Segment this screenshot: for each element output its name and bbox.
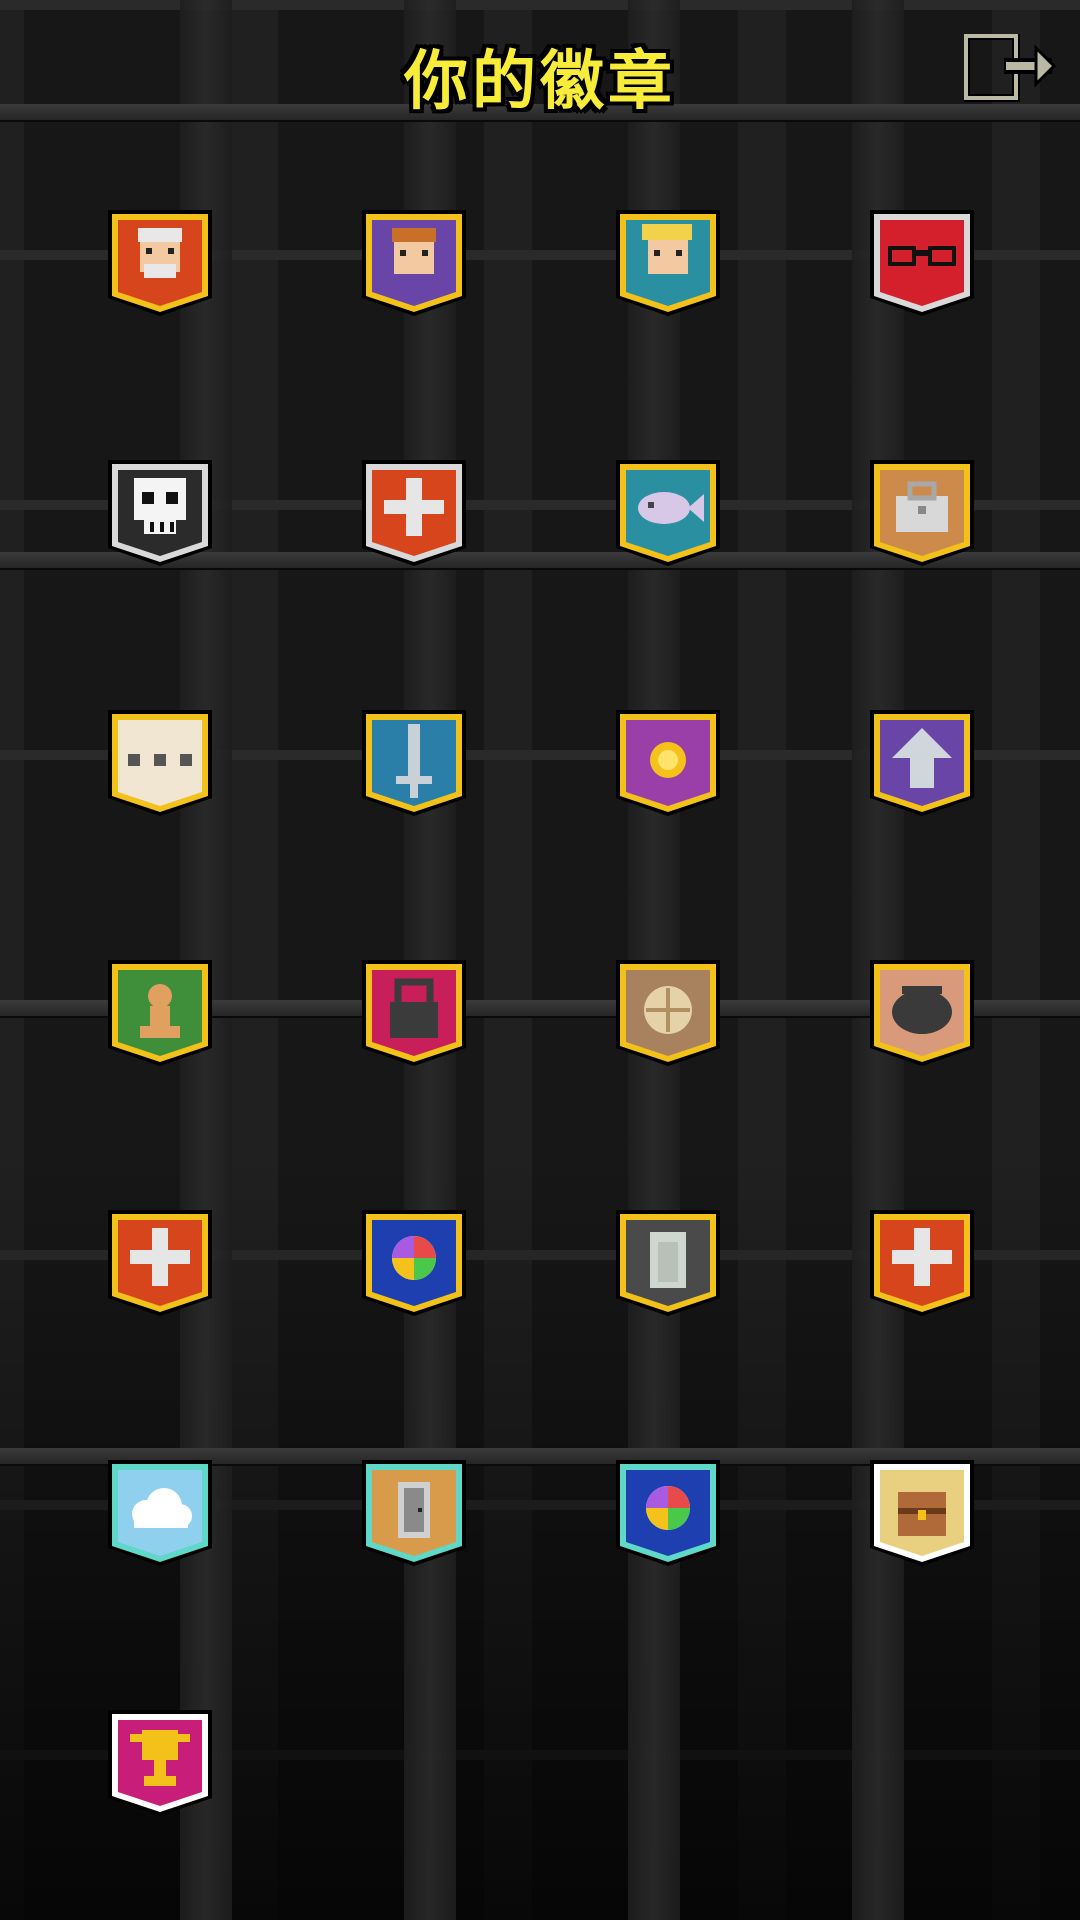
exit-door-arrow-icon: [962, 32, 1057, 102]
badge-scroll[interactable]: [104, 706, 216, 818]
badge-plus[interactable]: [104, 1206, 216, 1318]
door-icon: [362, 1460, 466, 1566]
badge-hero-warrior[interactable]: [104, 206, 216, 318]
sword-icon: [362, 710, 466, 816]
glasses-icon: [870, 210, 974, 316]
badge-hero-rogue[interactable]: [612, 206, 724, 318]
badge-sword[interactable]: [358, 706, 470, 818]
badge-lock[interactable]: [358, 956, 470, 1068]
badge-plus[interactable]: [866, 1206, 978, 1318]
tombstone-icon: [616, 1210, 720, 1316]
rainbow-orb-icon: [362, 1210, 466, 1316]
bag-icon: [870, 460, 974, 566]
badge-rainbow-orb[interactable]: [612, 1456, 724, 1568]
hero-rogue-icon: [616, 210, 720, 316]
plus-icon: [870, 1210, 974, 1316]
badge-arrow-up[interactable]: [866, 706, 978, 818]
badge-bag[interactable]: [866, 456, 978, 568]
hero-mage-icon: [362, 210, 466, 316]
badge-rainbow-orb[interactable]: [358, 1206, 470, 1318]
badge-coin[interactable]: [612, 706, 724, 818]
badge-hero-mage[interactable]: [358, 206, 470, 318]
page-title: 你的徽章: [404, 45, 676, 119]
skull-icon: [108, 460, 212, 566]
cloud-icon: [108, 1460, 212, 1566]
badge-pot[interactable]: [866, 956, 978, 1068]
pot-icon: [870, 960, 974, 1066]
arrow-up-icon: [870, 710, 974, 816]
badge-skull[interactable]: [104, 456, 216, 568]
chest-icon: [870, 1460, 974, 1566]
badge-glasses[interactable]: [866, 206, 978, 318]
badge-bread[interactable]: [612, 956, 724, 1068]
badge-fish[interactable]: [612, 456, 724, 568]
exit-button[interactable]: [962, 32, 1057, 104]
hero-warrior-icon: [108, 210, 212, 316]
rainbow-orb-icon: [616, 1460, 720, 1566]
trophy-icon: [108, 1710, 212, 1816]
scroll-icon: [108, 710, 212, 816]
badge-chest[interactable]: [866, 1456, 978, 1568]
lock-icon: [362, 960, 466, 1066]
badge-cloud[interactable]: [104, 1456, 216, 1568]
coin-icon: [616, 710, 720, 816]
plus-icon: [362, 460, 466, 566]
badge-plus[interactable]: [358, 456, 470, 568]
badge-tombstone[interactable]: [612, 1206, 724, 1318]
badge-trophy[interactable]: [104, 1706, 216, 1818]
badge-door[interactable]: [358, 1456, 470, 1568]
bread-icon: [616, 960, 720, 1066]
fish-icon: [616, 460, 720, 566]
plus-icon: [108, 1210, 212, 1316]
chess-pawn-icon: [108, 960, 212, 1066]
badge-chess-pawn[interactable]: [104, 956, 216, 1068]
